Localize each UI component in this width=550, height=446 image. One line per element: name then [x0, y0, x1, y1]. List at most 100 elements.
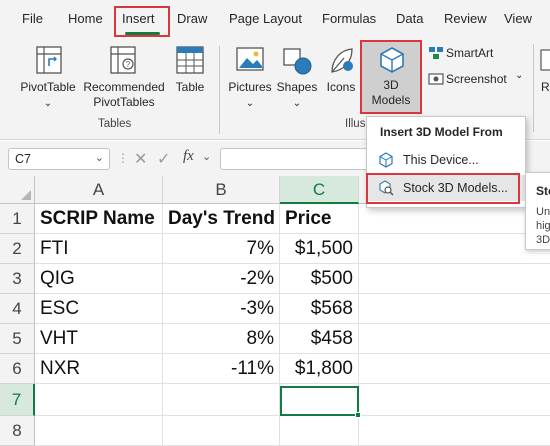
cell-b6[interactable]: -11% [163, 354, 280, 384]
row-header-8[interactable]: 8 [0, 416, 35, 446]
pivottable-label: PivotTable [20, 80, 76, 94]
row-header-1[interactable]: 1 [0, 204, 35, 234]
tab-view[interactable]: View [504, 11, 532, 26]
cube-icon [380, 47, 404, 73]
cell-c6[interactable]: $1,800 [280, 354, 359, 384]
cell-c5[interactable]: $458 [280, 324, 359, 354]
smartart-button[interactable]: SmartArt [428, 44, 528, 64]
cell-b5[interactable]: 8% [163, 324, 280, 354]
cell-a5[interactable]: VHT [35, 324, 163, 354]
table-icon [176, 46, 204, 74]
chevron-down-icon: ⌄ [292, 98, 302, 109]
table-button[interactable]: Table [168, 44, 212, 114]
insert-function-button[interactable]: fx [183, 148, 194, 165]
cell-a6[interactable]: NXR [35, 354, 163, 384]
stock-3d-models-highlight [366, 173, 520, 204]
cell-a7[interactable] [35, 384, 163, 416]
smartart-icon [429, 47, 443, 59]
3d-models-label-line1: 3D [383, 78, 399, 92]
pictures-icon [236, 47, 264, 71]
cell-c3[interactable]: $500 [280, 264, 359, 294]
3d-models-button[interactable]: 3D Models [360, 40, 422, 114]
recommended-label-line2: PivotTables [93, 95, 155, 109]
cell-empty[interactable] [359, 416, 550, 446]
spreadsheet-grid: A B C 1 2 3 4 5 6 7 8 SCRIP Name Day's T… [0, 176, 550, 446]
cell-b3[interactable]: -2% [163, 264, 280, 294]
active-cell-selection[interactable] [280, 386, 359, 416]
screenshot-button[interactable]: Screenshot ⌄ [428, 69, 528, 89]
group-separator [219, 46, 220, 134]
chevron-down-icon[interactable]: ⌄ [95, 151, 104, 164]
enter-check-icon[interactable]: ✓ [157, 149, 170, 169]
tab-data[interactable]: Data [396, 11, 423, 26]
formula-input[interactable] [220, 148, 370, 170]
tab-home[interactable]: Home [68, 11, 103, 26]
pictures-button[interactable]: Pictures ⌄ [226, 44, 274, 114]
cell-b8[interactable] [163, 416, 280, 446]
tab-file[interactable]: File [22, 11, 43, 26]
recommended-pivottables-button[interactable]: ? Recommended PivotTables [82, 44, 166, 114]
column-header-a[interactable]: A [35, 176, 163, 204]
pivottable-button[interactable]: PivotTable ⌄ [14, 44, 82, 114]
this-device-label: This Device... [403, 153, 479, 167]
cell-c2[interactable]: $1,500 [280, 234, 359, 264]
cell-empty[interactable] [359, 324, 550, 354]
cell-a1[interactable]: SCRIP Name [35, 204, 163, 234]
tooltip-title: Sto [536, 184, 550, 198]
cell-b2[interactable]: 7% [163, 234, 280, 264]
tables-group-label: Tables [98, 118, 132, 130]
cell-a4[interactable]: ESC [35, 294, 163, 324]
column-header-b[interactable]: B [163, 176, 280, 204]
name-box-value: C7 [15, 152, 31, 166]
icons-button[interactable]: Icons [322, 44, 360, 114]
icons-icon [331, 48, 353, 73]
cancel-icon[interactable]: ✕ [134, 149, 147, 169]
this-device-menu-item[interactable]: This Device... [367, 147, 525, 173]
cell-a8[interactable] [35, 416, 163, 446]
tab-draw[interactable]: Draw [177, 11, 207, 26]
cell-empty[interactable] [359, 234, 550, 264]
cell-empty[interactable] [359, 294, 550, 324]
row-header-3[interactable]: 3 [0, 264, 35, 294]
cell-empty[interactable] [359, 204, 550, 234]
select-all-icon [21, 190, 31, 200]
tab-page-layout[interactable]: Page Layout [229, 11, 302, 26]
screenshot-icon [428, 73, 444, 85]
name-box[interactable]: C7 ⌄ [8, 148, 110, 170]
shapes-icon [283, 48, 312, 75]
chevron-down-icon: ⌄ [515, 70, 524, 81]
drag-handle-icon[interactable]: ⋮ [117, 151, 129, 165]
cell-b1[interactable]: Day's Trend [163, 204, 280, 234]
chevron-down-icon[interactable]: ⌄ [202, 150, 211, 163]
icons-label: Icons [326, 80, 356, 94]
tab-review[interactable]: Review [444, 11, 487, 26]
cell-a2[interactable]: FTI [35, 234, 163, 264]
fill-handle[interactable] [355, 412, 361, 418]
cell-a3[interactable]: QIG [35, 264, 163, 294]
row-header-4[interactable]: 4 [0, 294, 35, 324]
shapes-label: Shapes [276, 80, 318, 94]
cell-c1[interactable]: Price [280, 204, 359, 234]
cell-empty[interactable] [359, 354, 550, 384]
column-header-c[interactable]: C [280, 176, 359, 204]
stock-3d-models-tooltip: Sto Un hig 3D [525, 172, 550, 250]
cell-empty[interactable] [359, 264, 550, 294]
row-header-7[interactable]: 7 [0, 384, 35, 416]
select-all-corner[interactable] [0, 176, 35, 204]
tab-formulas[interactable]: Formulas [322, 11, 376, 26]
row-header-5[interactable]: 5 [0, 324, 35, 354]
cell-b7[interactable] [163, 384, 280, 416]
row-header-6[interactable]: 6 [0, 354, 35, 384]
reviews-icon [540, 49, 550, 71]
3d-models-label-line2: Models [371, 93, 411, 107]
screenshot-label: Screenshot [446, 72, 507, 86]
cell-c4[interactable]: $568 [280, 294, 359, 324]
tooltip-line: Un [536, 206, 550, 218]
tooltip-line: hig [536, 220, 550, 232]
row-header-2[interactable]: 2 [0, 234, 35, 264]
active-tab-indicator [125, 32, 160, 35]
cell-empty[interactable] [359, 384, 550, 416]
shapes-button[interactable]: Shapes ⌄ [275, 44, 319, 114]
cell-b4[interactable]: -3% [163, 294, 280, 324]
cell-c8[interactable] [280, 416, 359, 446]
